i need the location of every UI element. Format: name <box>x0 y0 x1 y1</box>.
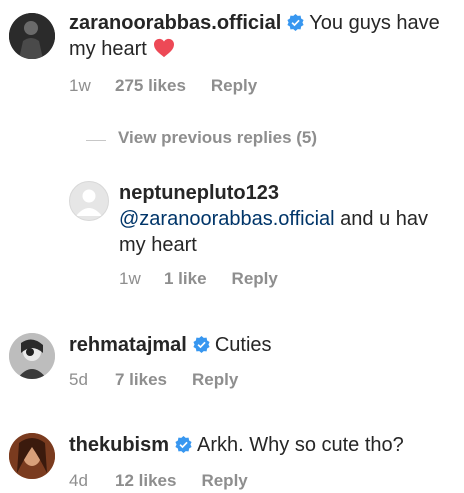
verified-icon <box>193 336 210 353</box>
reply-neptunepluto123: neptunepluto123 @zaranoorabbas.official … <box>0 170 464 300</box>
username[interactable]: rehmatajmal <box>69 334 187 356</box>
reply-button[interactable]: Reply <box>192 370 238 390</box>
view-previous-replies-label[interactable]: View previous replies (5) <box>118 128 317 148</box>
username[interactable]: neptunepluto123 <box>119 182 279 204</box>
verified-icon <box>287 14 304 31</box>
heart-icon <box>153 38 174 58</box>
view-previous-replies[interactable]: View previous replies (5) <box>86 128 386 152</box>
timestamp: 5d <box>69 370 88 389</box>
likes-count[interactable]: 12 likes <box>115 471 176 491</box>
likes-count[interactable]: 1 like <box>164 269 207 289</box>
comment-body-line1: and u hav <box>334 208 429 230</box>
reply-button[interactable]: Reply <box>232 269 278 289</box>
timestamp: 1w <box>119 269 141 288</box>
comment-text: zaranoorabbas.official You guys have my h… <box>69 10 459 62</box>
comment-body-line1: You guys have <box>309 12 440 34</box>
comment-rehmatajmal: rehmatajmal Cuties 5d 7 likes Reply <box>0 320 464 400</box>
timestamp: 1w <box>69 76 91 95</box>
reply-button[interactable]: Reply <box>211 76 257 96</box>
verified-icon <box>175 436 192 453</box>
comment-text: neptunepluto123 @zaranoorabbas.official … <box>119 180 459 258</box>
comment-meta: 5d 7 likes Reply <box>69 370 238 390</box>
avatar[interactable] <box>69 181 109 221</box>
timestamp: 4d <box>69 471 88 490</box>
avatar[interactable] <box>9 433 55 479</box>
likes-count[interactable]: 275 likes <box>115 76 186 96</box>
reply-button[interactable]: Reply <box>201 471 247 491</box>
comment-zaranoorabbas: zaranoorabbas.official You guys have my h… <box>0 0 464 110</box>
comment-text: rehmatajmal Cuties <box>69 332 459 358</box>
default-avatar-icon <box>76 189 102 216</box>
comment-thekubism: thekubism Arkh. Why so cute tho? 4d 12 lik… <box>0 420 464 493</box>
comment-body: Cuties <box>214 334 272 356</box>
comment-body-line2: my heart <box>119 234 197 256</box>
comment-meta: 4d 12 likes Reply <box>69 471 248 491</box>
username[interactable]: zaranoorabbas.official <box>69 12 281 34</box>
comment-body: Arkh. Why so cute tho? <box>197 434 404 456</box>
likes-count[interactable]: 7 likes <box>115 370 167 390</box>
comment-body-line2: my heart <box>69 38 147 60</box>
comment-text: thekubism Arkh. Why so cute tho? <box>69 432 459 458</box>
avatar[interactable] <box>9 13 55 59</box>
comment-meta: 1w 275 likes Reply <box>69 76 257 96</box>
username[interactable]: thekubism <box>69 434 169 456</box>
mention-link[interactable]: @zaranoorabbas.official <box>119 208 335 230</box>
comment-meta: 1w 1 like Reply <box>119 269 278 289</box>
avatar[interactable] <box>9 333 55 379</box>
divider-line <box>86 140 106 141</box>
